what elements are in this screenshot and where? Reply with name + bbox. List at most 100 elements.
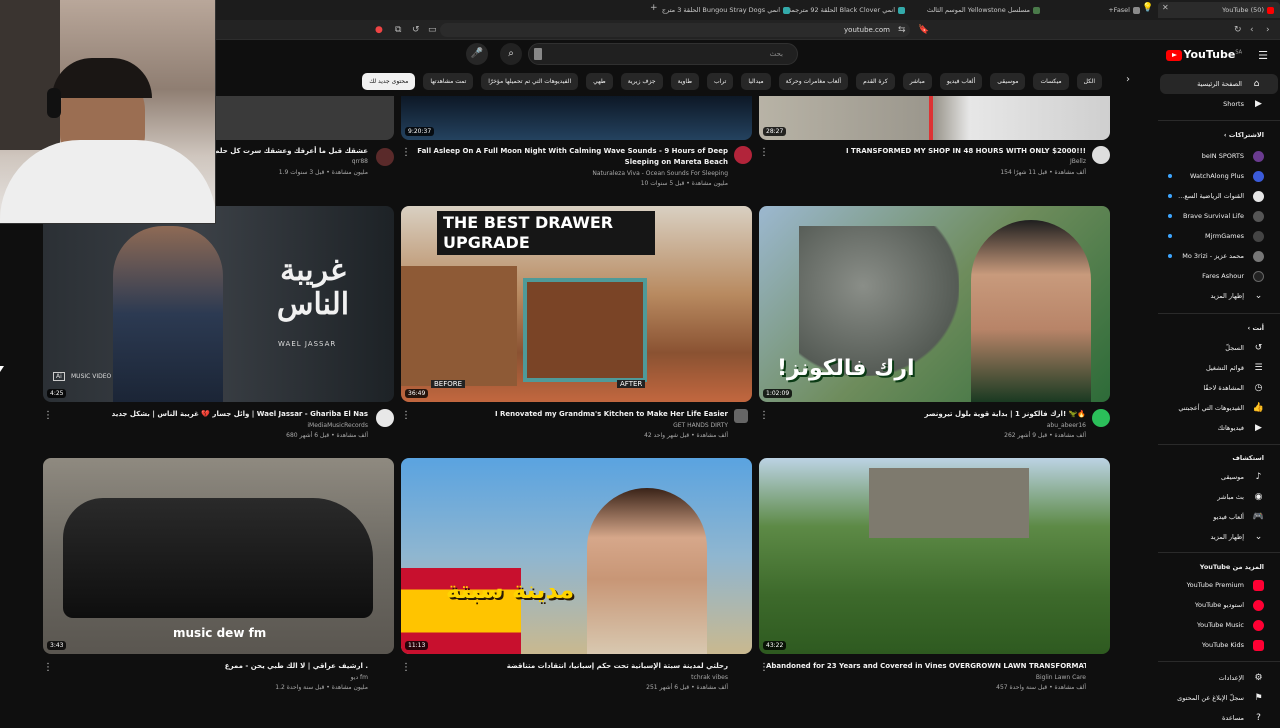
sidebar-sub-bein[interactable]: beIN SPORTS xyxy=(1158,146,1280,166)
search-button[interactable]: ⌕ xyxy=(500,43,522,65)
video-thumbnail[interactable]: 9:20:37 xyxy=(401,96,752,140)
chip-action-adventure[interactable]: ألعاب مغامرات وحركة xyxy=(778,73,849,90)
channel-name[interactable]: abu_abeer16 xyxy=(1047,422,1086,429)
sidebar-sub-mo3rizi[interactable]: محمد عزيز - Mo 3rizi xyxy=(1158,246,1280,266)
video-title[interactable]: I TRANSFORMED MY SHOP IN 48 HOURS WITH O… xyxy=(766,146,1086,156)
search-input[interactable]: بحث xyxy=(528,43,798,65)
video-card[interactable]: THE BEST DRAWER UPGRADE BEFORE AFTER 36:… xyxy=(401,206,752,446)
sidebar-item-settings[interactable]: ⚙ الإعدادات xyxy=(1158,668,1280,688)
sidebar-item-premium[interactable]: YouTube Premium xyxy=(1158,575,1280,595)
channel-name[interactable]: Naturaleza Viva - Ocean Sounds For Sleep… xyxy=(592,170,728,177)
video-card[interactable]: ارك فالكونز! 1:02:09 ارك فالكونز 1 | بدا… xyxy=(759,206,1110,446)
chip-gaming[interactable]: ألعاب فيديو xyxy=(939,73,983,90)
sidebar-sub-fares[interactable]: Fares Ashour xyxy=(1158,266,1280,286)
extensions-puzzle-icon[interactable]: ⧉ xyxy=(395,20,401,40)
video-title[interactable]: رحلتي لمدينة سبتة الإسبانية تحت حكم إسبا… xyxy=(408,661,728,671)
more-options-icon[interactable]: ⋮ xyxy=(43,411,53,421)
tab-youtube[interactable]: (50) YouTube xyxy=(1158,2,1280,18)
tab-bungou[interactable]: انمي Bungou Stray Dogs الحلقة 3 مترج xyxy=(660,2,790,18)
chip-football[interactable]: كرة القدم xyxy=(856,73,895,90)
chip-chip10[interactable]: جزف زيرية xyxy=(620,73,663,90)
keyboard-icon[interactable] xyxy=(534,48,542,60)
video-thumbnail[interactable]: THE BEST DRAWER UPGRADE BEFORE AFTER 36:… xyxy=(401,206,752,402)
bookmark-icon[interactable]: 🔖 xyxy=(918,20,929,40)
channel-avatar[interactable] xyxy=(734,409,748,423)
sidebar-toggle-icon[interactable]: ▭ xyxy=(428,20,437,40)
channel-avatar[interactable] xyxy=(734,146,752,164)
channel-name[interactable]: JBellz xyxy=(1070,158,1086,165)
video-title[interactable]: ارشيف عراقي | لا الك طبي يحن - ممرع . xyxy=(48,661,368,671)
sidebar-item-liked[interactable]: 👍 الفيديوهات التي أعجبتني xyxy=(1158,398,1280,418)
forward-icon[interactable]: › xyxy=(1266,20,1270,40)
sidebar-item-help[interactable]: ? مساعدة xyxy=(1158,708,1280,728)
channel-name[interactable]: ديو fm xyxy=(351,674,368,681)
back-icon[interactable]: ‹ xyxy=(1250,20,1254,40)
more-options-icon[interactable]: ⋮ xyxy=(759,148,769,158)
video-thumbnail[interactable]: ارك فالكونز! 1:02:09 xyxy=(759,206,1110,402)
more-options-icon[interactable]: ⋮ xyxy=(401,148,411,158)
voice-search-button[interactable]: 🎤 xyxy=(466,43,488,65)
chips-scroll-right-icon[interactable]: › xyxy=(1126,74,1130,85)
chip-medalia[interactable]: ميداليا xyxy=(741,73,771,90)
channel-avatar[interactable] xyxy=(376,409,394,427)
channel-avatar[interactable] xyxy=(1092,409,1110,427)
sidebar-item-watch-later[interactable]: ◷ المشاهدة لاحقًا xyxy=(1158,378,1280,398)
chip-live[interactable]: مباشر xyxy=(902,73,932,90)
sidebar-show-more-subs[interactable]: ⌄ إظهار المزيد xyxy=(1158,286,1280,306)
video-thumbnail[interactable]: مدينة سبتة 11:13 xyxy=(401,458,752,654)
reload-icon[interactable]: ↻ xyxy=(1234,20,1242,40)
sidebar-item-music-app[interactable]: YouTube Music xyxy=(1158,615,1280,635)
url-field[interactable]: youtube.com xyxy=(440,23,910,37)
sidebar-item-playlists[interactable]: ☰ قوائم التشغيل xyxy=(1158,358,1280,378)
site-settings-icon[interactable]: ⇆ xyxy=(898,20,906,40)
more-options-icon[interactable]: ⋮ xyxy=(759,411,769,421)
video-thumbnail[interactable]: 28:27 xyxy=(759,96,1110,140)
sidebar-item-report-history[interactable]: ⚑ سجلّ الإبلاغ عن المحتوى xyxy=(1158,688,1280,708)
more-options-icon[interactable]: ⋮ xyxy=(759,663,769,673)
channel-avatar[interactable] xyxy=(1092,146,1110,164)
chip-trap[interactable]: تراب xyxy=(707,73,734,90)
channel-name[interactable]: tchrak vibes xyxy=(691,674,728,681)
video-card[interactable]: مدينة سبتة 11:13 رحلتي لمدينة سبتة الإسب… xyxy=(401,458,752,698)
channel-avatar[interactable] xyxy=(376,148,394,166)
channel-name[interactable]: Biglin Lawn Care xyxy=(1036,674,1086,681)
sidebar-item-home[interactable]: ⌂ الصفحة الرئيسية xyxy=(1160,74,1278,94)
video-card[interactable]: music dew fm 3:43 ارشيف عراقي | لا الك ط… xyxy=(43,458,394,698)
chip-recently-uploaded[interactable]: الفيديوهات التي تم تحميلها مؤخرًا xyxy=(481,73,579,90)
new-tab-icon[interactable]: + xyxy=(650,0,658,18)
video-title[interactable]: ارك فالكونز 1 | بداية قوية بلول تيرونصر!… xyxy=(766,409,1086,419)
tab-black-clover[interactable]: انمي Black Clover الحلقة 92 مترجمة او xyxy=(790,2,905,18)
sidebar-item-kids[interactable]: YouTube Kids xyxy=(1158,635,1280,655)
chip-all[interactable]: الكل xyxy=(1076,73,1102,90)
sidebar-item-music[interactable]: ♪ موسيقى xyxy=(1158,467,1280,487)
sidebar-item-history[interactable]: ↺ السجلّ xyxy=(1158,338,1280,358)
video-thumbnail[interactable]: غريبة الناس WAEL JASSAR Ai MUSIC VIDEO 4… xyxy=(43,206,394,402)
sidebar-sub-mjrm[interactable]: MjrmGames xyxy=(1158,226,1280,246)
chip-music[interactable]: موسيقى xyxy=(990,73,1026,90)
sidebar-sub-brave[interactable]: Brave Survival Life xyxy=(1158,206,1280,226)
chip-watched[interactable]: تمت مشاهدتها xyxy=(423,73,474,90)
channel-name[interactable]: qrr88 xyxy=(352,158,368,165)
close-tab-icon[interactable]: ✕ xyxy=(1162,0,1169,18)
extension-icon[interactable]: ● xyxy=(375,20,383,40)
hamburger-menu-icon[interactable]: ☰ xyxy=(1258,49,1268,62)
sidebar-item-shorts[interactable]: ▶ Shorts xyxy=(1158,94,1280,114)
sidebar-item-gaming[interactable]: 🎮 ألعاب فيديو xyxy=(1158,507,1280,527)
video-thumbnail[interactable]: 43:22 xyxy=(759,458,1110,654)
sidebar-item-your-videos[interactable]: ▶ فيديوهاتك xyxy=(1158,418,1280,438)
channel-name[interactable]: iMediaMusicRecords xyxy=(307,422,368,429)
channel-name[interactable]: GET HANDS DIRTY xyxy=(673,422,728,429)
sidebar-explore-show-more[interactable]: ⌄ إظهار المزيد xyxy=(1158,527,1280,547)
video-thumbnail[interactable]: music dew fm 3:43 xyxy=(43,458,394,654)
more-options-icon[interactable]: ⋮ xyxy=(43,663,53,673)
video-card[interactable]: 9:20:37 Fall Asleep On A Full Moon Night… xyxy=(401,96,752,190)
chip-cooking[interactable]: طهي xyxy=(586,73,613,90)
youtube-logo[interactable]: YouTubeSA xyxy=(1165,48,1242,61)
more-options-icon[interactable]: ⋮ xyxy=(401,663,411,673)
video-title[interactable]: وائل جسار 💔 غريبة الناس | بشكل جديد | Wa… xyxy=(68,409,368,419)
sidebar-sub-sports[interactable]: القنوات الرياضية السع... xyxy=(1158,186,1280,206)
chip-new-to-you[interactable]: محتوى جديد لك xyxy=(362,73,416,90)
video-title[interactable]: Fall Asleep On A Full Moon Night With Ca… xyxy=(408,146,728,156)
subscriptions-heading[interactable]: الاشتراكات › xyxy=(1224,131,1264,139)
lightbulb-icon[interactable]: 💡 xyxy=(1142,0,1153,18)
